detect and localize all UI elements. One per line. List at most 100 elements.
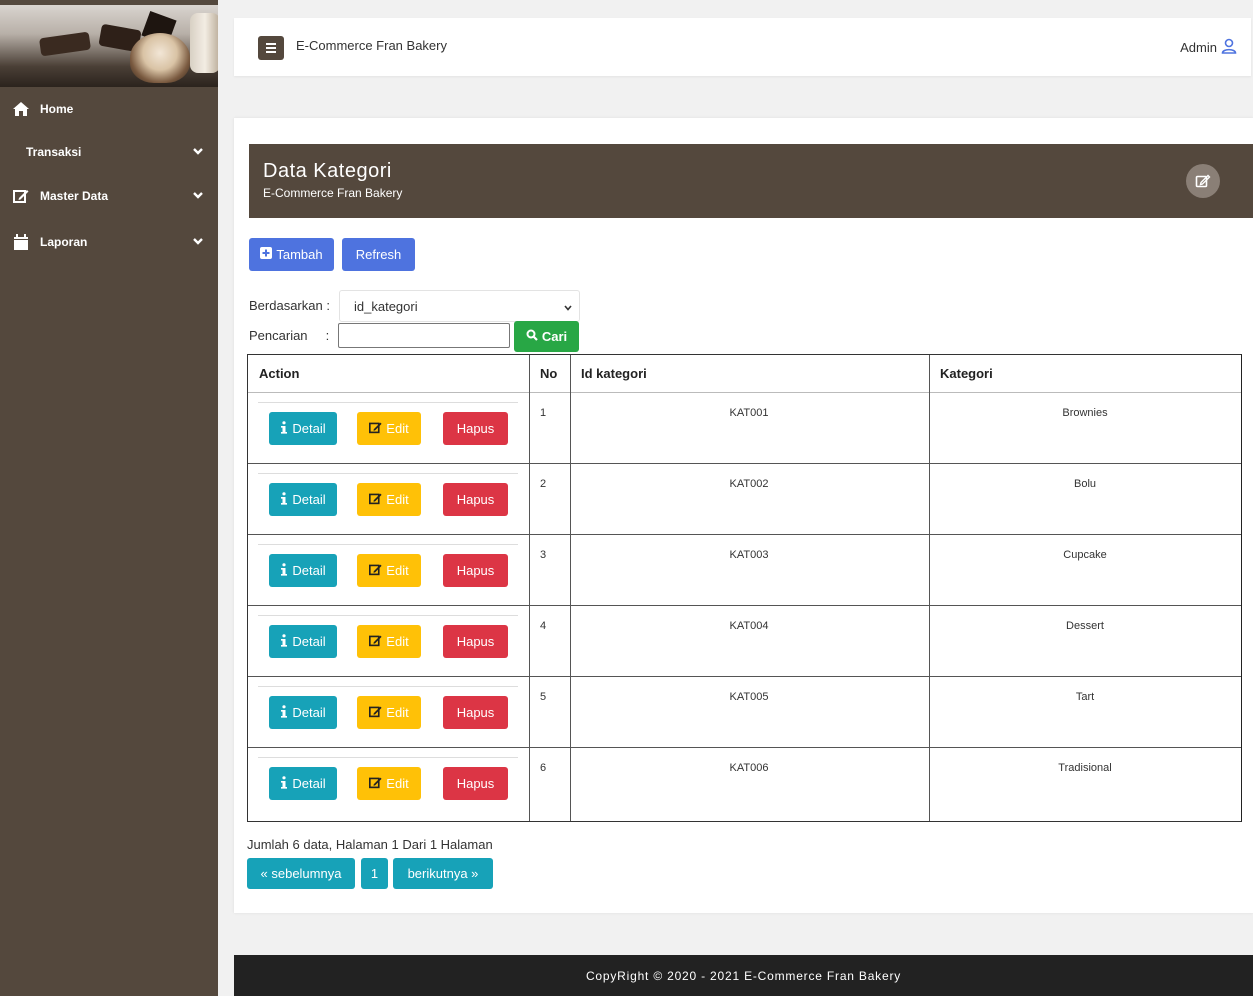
chevron-down-icon (192, 235, 206, 249)
cell-id-kategori: KAT001 (729, 407, 769, 419)
hamburger-menu-button[interactable] (258, 36, 284, 60)
search-input[interactable] (338, 323, 510, 348)
chevron-down-icon (563, 301, 573, 316)
table-row: Detail Edit Hapus 4 KAT004 Dessert (248, 606, 1241, 677)
hapus-button[interactable]: Hapus (443, 554, 508, 587)
sidebar-item-label: Laporan (40, 235, 88, 249)
user-name: Admin (1180, 40, 1217, 55)
cell-no: 3 (539, 549, 547, 561)
detail-button[interactable]: Detail (269, 625, 337, 658)
edit-label: Edit (386, 634, 409, 649)
edit-icon (369, 421, 382, 437)
berdasarkan-label: Berdasarkan : (249, 298, 330, 313)
user-icon (1221, 38, 1237, 57)
info-icon (280, 704, 288, 721)
cell-kategori: Dessert (1066, 620, 1104, 632)
app-title: E-Commerce Fran Bakery (296, 38, 447, 53)
edit-icon (369, 492, 382, 508)
edit-button[interactable]: Edit (357, 554, 421, 587)
hapus-button[interactable]: Hapus (443, 696, 508, 729)
tambah-label: Tambah (276, 247, 323, 262)
edit-icon (369, 705, 382, 721)
detail-button[interactable]: Detail (269, 483, 337, 516)
detail-label: Detail (292, 421, 326, 436)
page-1-button[interactable]: 1 (361, 858, 388, 889)
main-card: Data Kategori E-Commerce Fran Bakery Tam… (234, 118, 1253, 913)
search-icon (526, 329, 538, 344)
home-icon (12, 100, 30, 118)
edit-label: Edit (386, 563, 409, 578)
hapus-button[interactable]: Hapus (443, 483, 508, 516)
cell-no: 2 (539, 478, 547, 490)
cell-no: 6 (539, 762, 547, 774)
sidebar-item-laporan[interactable]: Laporan (0, 224, 218, 260)
calendar-icon (12, 233, 30, 251)
page-title: Data Kategori (263, 160, 392, 182)
cari-button[interactable]: Cari (514, 321, 579, 352)
edit-button[interactable]: Edit (357, 767, 421, 800)
edit-button[interactable]: Edit (357, 625, 421, 658)
detail-button[interactable]: Detail (269, 554, 337, 587)
info-icon (280, 420, 288, 437)
edit-label: Edit (386, 421, 409, 436)
sidebar-item-transaksi[interactable]: Transaksi (0, 134, 218, 170)
info-icon (280, 775, 288, 792)
hapus-button[interactable]: Hapus (443, 625, 508, 658)
cell-kategori: Bolu (1073, 478, 1097, 490)
cell-id-kategori: KAT004 (729, 620, 769, 632)
sidebar-item-label: Home (40, 102, 74, 116)
detail-label: Detail (292, 705, 326, 720)
cell-id-kategori: KAT005 (729, 691, 769, 703)
column-header-action: Action (248, 355, 529, 393)
detail-button[interactable]: Detail (269, 696, 337, 729)
user-menu[interactable]: Admin (1180, 38, 1237, 57)
top-header: E-Commerce Fran Bakery Admin (234, 18, 1251, 76)
cell-kategori: Cupcake (1063, 549, 1107, 561)
refresh-button[interactable]: Refresh (342, 238, 415, 271)
column-header-kategori: Kategori (929, 355, 1241, 393)
sidebar-item-home[interactable]: Home (0, 91, 218, 127)
chevron-down-icon (192, 145, 206, 159)
edit-button[interactable]: Edit (357, 483, 421, 516)
edit-button[interactable]: Edit (357, 696, 421, 729)
table-row: Detail Edit Hapus 6 KAT006 Tradisional (248, 748, 1241, 819)
edit-label: Edit (386, 492, 409, 507)
hapus-button[interactable]: Hapus (443, 767, 508, 800)
hapus-button[interactable]: Hapus (443, 412, 508, 445)
cell-kategori: Brownies (1062, 407, 1108, 419)
kategori-table: Action No Id kategori Kategori Detail Ed… (247, 354, 1242, 822)
edit-button[interactable]: Edit (357, 412, 421, 445)
cell-id-kategori: KAT003 (729, 549, 769, 561)
cell-no: 5 (539, 691, 547, 703)
edit-label: Edit (386, 776, 409, 791)
edit-icon (369, 776, 382, 792)
detail-button[interactable]: Detail (269, 767, 337, 800)
field-select[interactable]: id_kategori (339, 290, 580, 322)
sidebar-item-master-data[interactable]: Master Data (0, 178, 218, 214)
info-icon (280, 491, 288, 508)
sidebar: Home Transaksi Master Data Laporan (0, 0, 218, 996)
edit-icon (12, 187, 30, 205)
table-row: Detail Edit Hapus 3 KAT003 Cupcake (248, 535, 1241, 606)
previous-page-button[interactable]: « sebelumnya (247, 858, 355, 889)
detail-button[interactable]: Detail (269, 412, 337, 445)
detail-label: Detail (292, 492, 326, 507)
edit-label: Edit (386, 705, 409, 720)
cell-kategori: Tradisional (1058, 762, 1112, 774)
detail-label: Detail (292, 563, 326, 578)
next-page-button[interactable]: berikutnya » (393, 858, 493, 889)
plus-square-icon (260, 247, 273, 262)
cell-no: 1 (539, 407, 547, 419)
table-row: Detail Edit Hapus 2 KAT002 Bolu (248, 464, 1241, 535)
detail-label: Detail (292, 634, 326, 649)
column-header-no: No (529, 355, 570, 393)
tambah-button[interactable]: Tambah (249, 238, 334, 271)
info-icon (280, 633, 288, 650)
column-header-id-kategori: Id kategori (570, 355, 929, 393)
edit-icon[interactable] (1186, 164, 1220, 198)
detail-label: Detail (292, 776, 326, 791)
info-icon (280, 562, 288, 579)
pencarian-label: Pencarian : (249, 328, 330, 343)
cell-id-kategori: KAT006 (729, 762, 769, 774)
page-subtitle: E-Commerce Fran Bakery (263, 186, 403, 200)
